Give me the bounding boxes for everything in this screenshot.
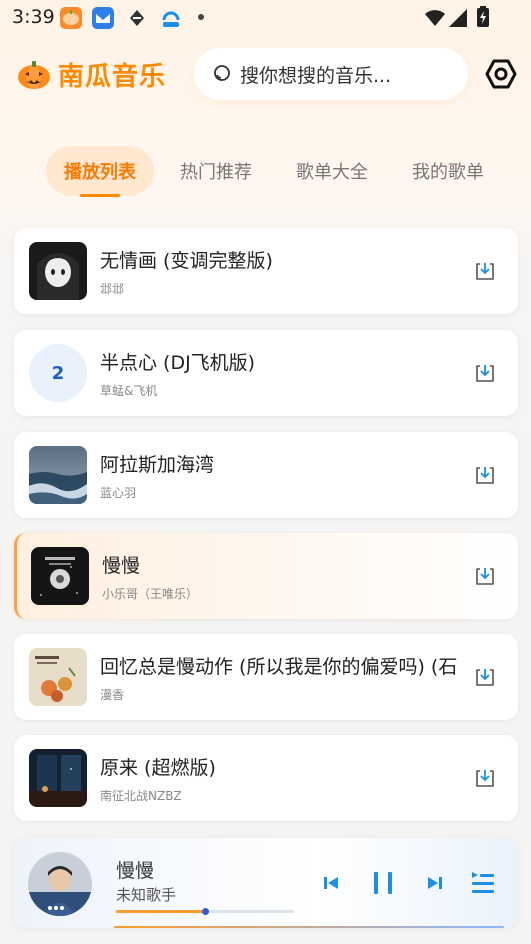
song-item[interactable]: 无情画 (变调完整版) 邶邶 <box>14 228 518 314</box>
active-tab-indicator <box>80 194 120 197</box>
settings-hexagon-icon[interactable] <box>484 57 518 91</box>
pumpkin-logo-icon <box>18 61 50 89</box>
song-item[interactable]: 回忆总是慢动作 (所以我是你的偏爱吗) (石 漫香 <box>14 634 518 720</box>
download-icon[interactable] <box>474 767 496 789</box>
song-item[interactable]: 阿拉斯加海湾 蓝心羽 <box>14 432 518 518</box>
song-title: 半点心 (DJ飞机版) <box>100 352 256 374</box>
tab-song-lists[interactable]: 歌单大全 <box>282 146 382 196</box>
download-icon[interactable] <box>474 565 496 587</box>
song-artist: 蓝心羽 <box>100 486 137 500</box>
signal-icon <box>449 9 467 27</box>
mail-notification-icon <box>92 7 114 29</box>
song-item[interactable]: 2 半点心 (DJ飞机版) 草蜢&飞机 <box>14 330 518 416</box>
song-artist: 邶邶 <box>100 282 125 296</box>
search-placeholder: 搜你想搜的音乐... <box>240 64 392 87</box>
song-item[interactable]: 原来 (超燃版) 南征北战NZBZ <box>14 735 518 821</box>
download-icon[interactable] <box>474 464 496 486</box>
download-icon[interactable] <box>474 666 496 688</box>
status-time: 3:39 <box>12 6 55 28</box>
app-brand: 南瓜音乐 <box>16 56 166 92</box>
app-name: 南瓜音乐 <box>58 61 167 92</box>
player-artist: 未知歌手 <box>116 886 177 904</box>
song-artist: 小乐哥（王唯乐） <box>102 587 199 601</box>
tab-hot-recommend[interactable]: 热门推荐 <box>166 146 266 196</box>
progress-bar[interactable] <box>116 908 294 915</box>
pumpkin-notification-icon <box>60 7 82 29</box>
player-accent-line <box>114 926 504 928</box>
song-artist: 南征北战NZBZ <box>100 789 182 803</box>
song-cover <box>29 648 87 706</box>
app-notification-icon <box>160 7 182 29</box>
player-song-title: 慢慢 <box>116 860 155 882</box>
progress-knob[interactable] <box>202 908 209 915</box>
previous-icon[interactable] <box>316 868 346 898</box>
tab-playlist[interactable]: 播放列表 <box>46 146 154 196</box>
pause-icon[interactable] <box>368 868 398 898</box>
song-artist: 草蜢&飞机 <box>100 384 158 398</box>
player-cover[interactable] <box>28 852 92 916</box>
song-index-badge: 2 <box>29 344 87 402</box>
playlist-icon[interactable] <box>468 868 498 898</box>
tab-bar: 播放列表 热门推荐 歌单大全 我的歌单 <box>0 146 531 198</box>
wifi-icon <box>425 10 445 26</box>
more-notifications-dot <box>198 14 204 20</box>
song-cover <box>29 446 87 504</box>
diamond-notification-icon <box>126 7 148 29</box>
song-title: 回忆总是慢动作 (所以我是你的偏爱吗) (石 <box>100 656 458 678</box>
song-title: 阿拉斯加海湾 <box>100 454 215 476</box>
song-title: 无情画 (变调完整版) <box>100 250 273 272</box>
download-icon[interactable] <box>474 362 496 384</box>
search-icon <box>214 65 230 81</box>
song-artist: 漫香 <box>100 688 125 702</box>
song-title: 慢慢 <box>102 555 141 577</box>
download-icon[interactable] <box>474 260 496 282</box>
song-item-active[interactable]: 慢慢 小乐哥（王唯乐） <box>14 533 518 619</box>
status-bar: 3:39 <box>0 0 531 36</box>
progress-fill <box>116 910 205 913</box>
song-cover <box>29 749 87 807</box>
song-title: 原来 (超燃版) <box>100 757 216 779</box>
next-icon[interactable] <box>420 868 450 898</box>
song-cover <box>31 547 89 605</box>
battery-icon <box>477 6 489 27</box>
search-input[interactable]: 搜你想搜的音乐... <box>194 48 468 100</box>
song-cover <box>29 242 87 300</box>
mini-player[interactable]: 慢慢 未知歌手 <box>14 838 518 928</box>
tab-my-lists[interactable]: 我的歌单 <box>398 146 498 196</box>
